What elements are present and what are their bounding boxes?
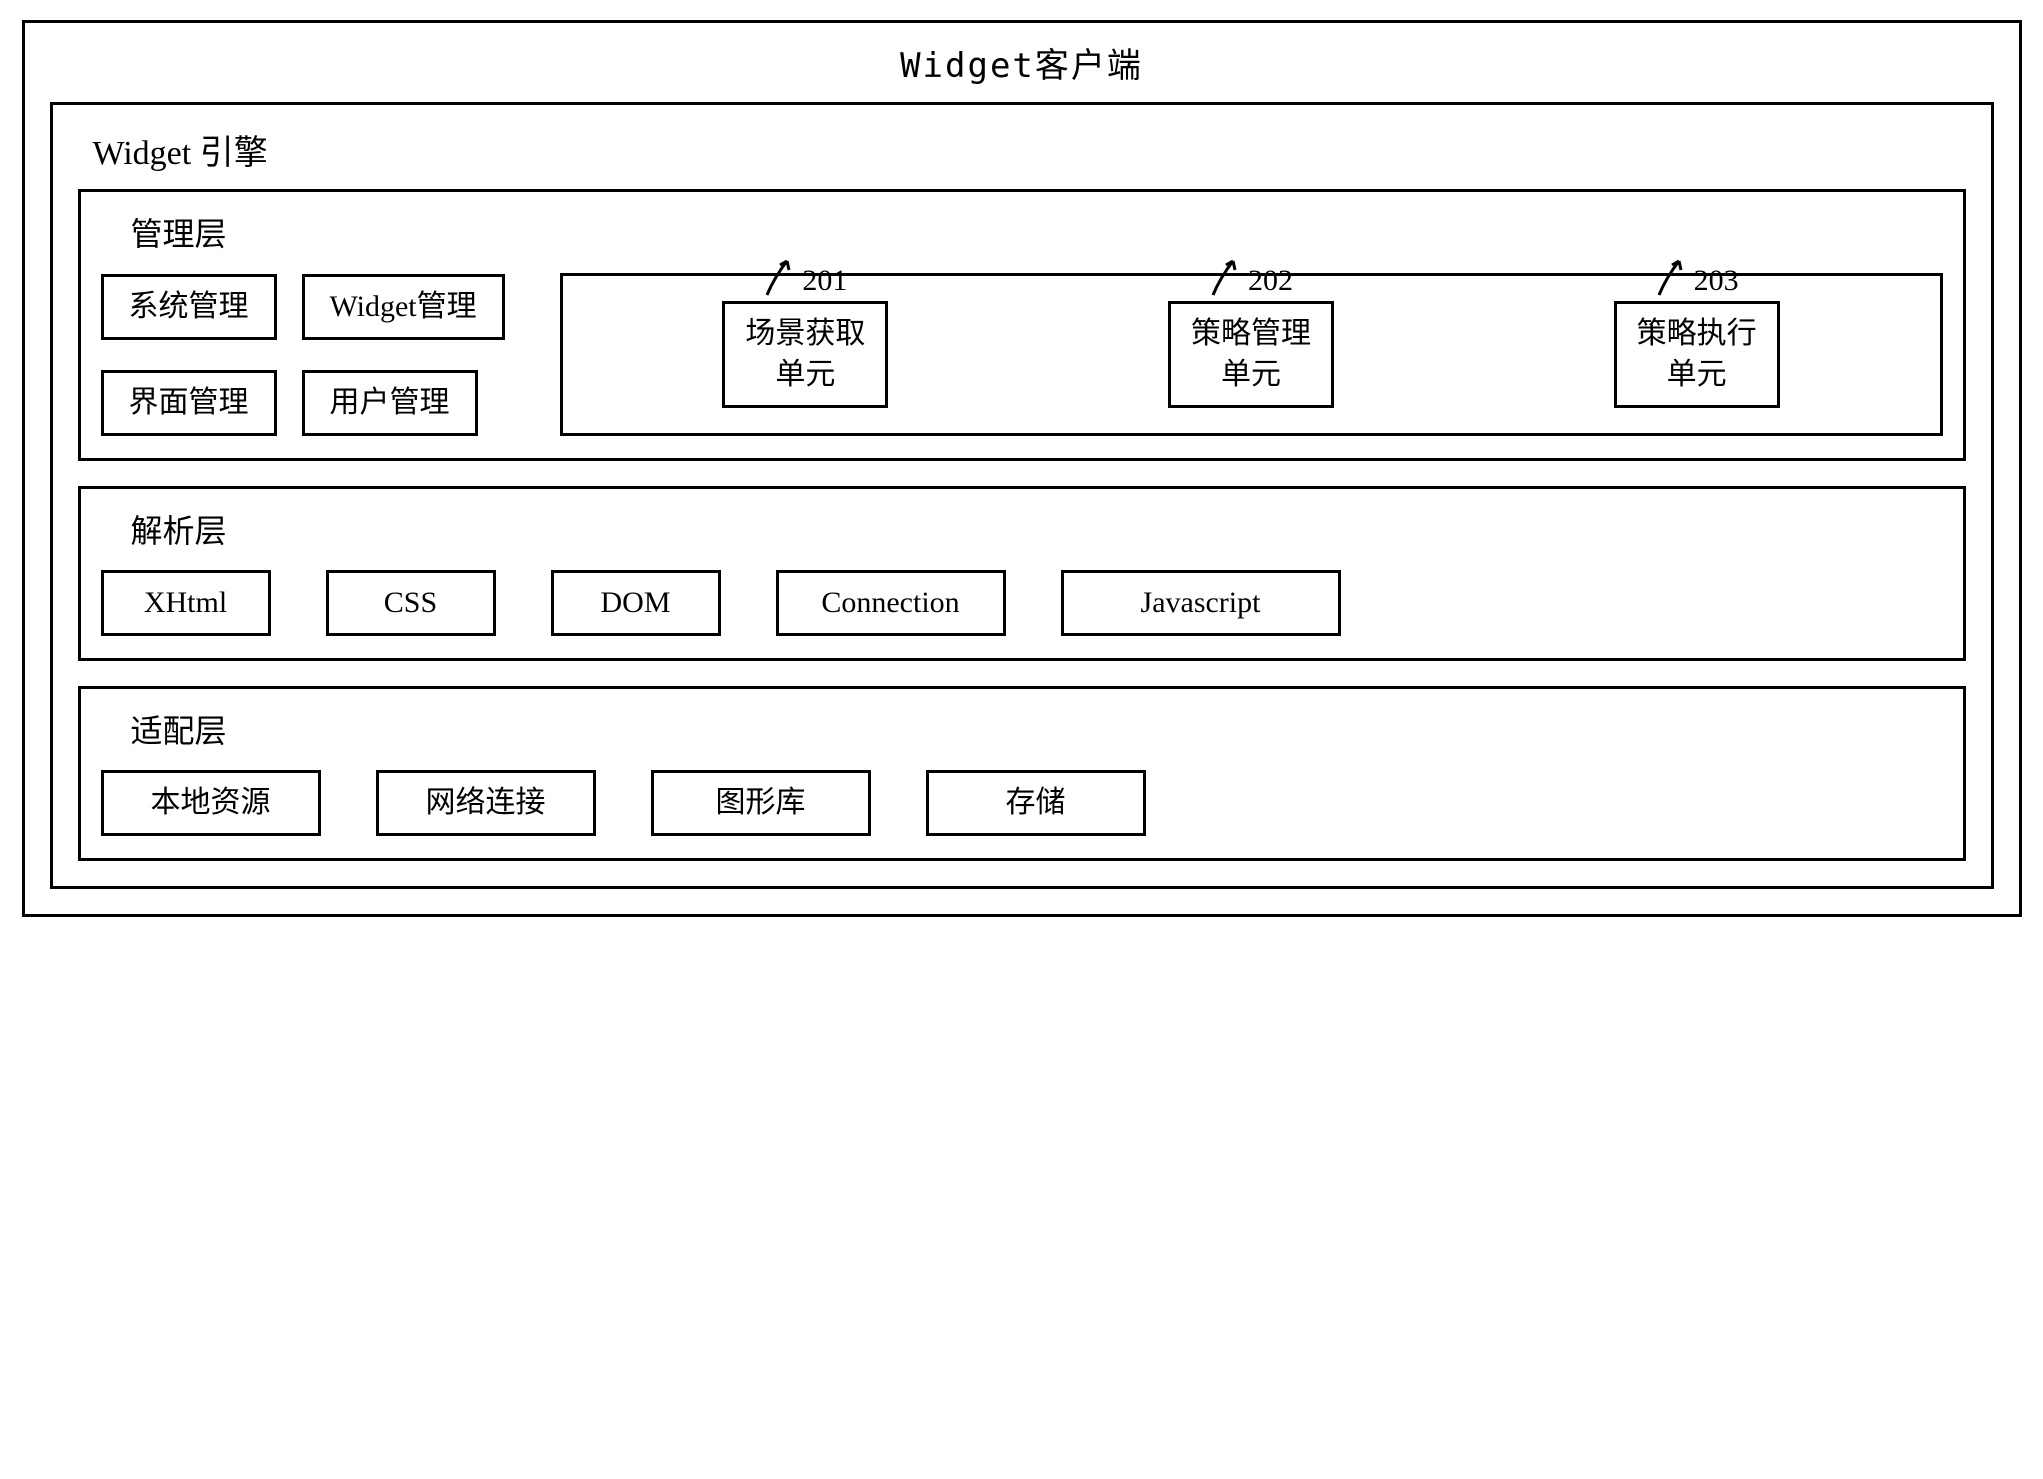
widget-management-box: Widget管理 bbox=[302, 274, 505, 340]
unit-line1: 策略执行 bbox=[1637, 314, 1757, 355]
arrow-icon bbox=[762, 253, 797, 298]
dom-box: DOM bbox=[551, 570, 721, 636]
arrow-icon bbox=[1654, 253, 1689, 298]
policy-management-unit-wrapper: 202 策略管理 单元 bbox=[1168, 301, 1334, 408]
javascript-box: Javascript bbox=[1061, 570, 1341, 636]
engine-title: Widget 引擎 bbox=[93, 125, 1966, 174]
unit-line1: 场景获取 bbox=[745, 314, 865, 355]
graphics-library-box: 图形库 bbox=[651, 770, 871, 836]
management-right-group: 201 场景获取 单元 202 bbox=[560, 273, 1943, 436]
interface-management-box: 界面管理 bbox=[101, 370, 277, 436]
parsing-layer-title: 解析层 bbox=[131, 506, 1943, 552]
network-connection-box: 网络连接 bbox=[376, 770, 596, 836]
adaptation-layer: 适配层 本地资源 网络连接 图形库 存储 bbox=[78, 686, 1966, 861]
ref-201: 201 bbox=[762, 253, 847, 298]
policy-execution-unit: 策略执行 单元 bbox=[1614, 301, 1780, 408]
parsing-layer-content: XHtml CSS DOM Connection Javascript bbox=[101, 570, 1943, 636]
policy-execution-unit-wrapper: 203 策略执行 单元 bbox=[1614, 301, 1780, 408]
ref-203: 203 bbox=[1654, 253, 1739, 298]
local-resources-box: 本地资源 bbox=[101, 770, 321, 836]
widget-client-container: Widget客户端 Widget 引擎 管理层 系统管理 Widget管理 界面… bbox=[22, 20, 2022, 917]
management-row-2: 界面管理 用户管理 bbox=[101, 370, 505, 436]
ref-202: 202 bbox=[1208, 253, 1293, 298]
css-box: CSS bbox=[326, 570, 496, 636]
management-layer-title: 管理层 bbox=[131, 209, 1943, 255]
scene-acquisition-unit-wrapper: 201 场景获取 单元 bbox=[722, 301, 888, 408]
ref-label-202: 202 bbox=[1248, 264, 1293, 298]
unit-line2: 单元 bbox=[1637, 355, 1757, 396]
ref-label-203: 203 bbox=[1694, 264, 1739, 298]
unit-line2: 单元 bbox=[1191, 355, 1311, 396]
system-management-box: 系统管理 bbox=[101, 274, 277, 340]
unit-line2: 单元 bbox=[745, 355, 865, 396]
client-title: Widget客户端 bbox=[50, 38, 1994, 87]
xhtml-box: XHtml bbox=[101, 570, 271, 636]
widget-engine-container: Widget 引擎 管理层 系统管理 Widget管理 界面管理 用户管理 bbox=[50, 102, 1994, 889]
management-layer-content: 系统管理 Widget管理 界面管理 用户管理 bbox=[101, 273, 1943, 436]
adaptation-layer-content: 本地资源 网络连接 图形库 存储 bbox=[101, 770, 1943, 836]
management-layer: 管理层 系统管理 Widget管理 界面管理 用户管理 bbox=[78, 189, 1966, 461]
ref-label-201: 201 bbox=[802, 264, 847, 298]
management-left-group: 系统管理 Widget管理 界面管理 用户管理 bbox=[101, 274, 505, 436]
arrow-icon bbox=[1208, 253, 1243, 298]
management-row-1: 系统管理 Widget管理 bbox=[101, 274, 505, 340]
adaptation-layer-title: 适配层 bbox=[131, 706, 1943, 752]
storage-box: 存储 bbox=[926, 770, 1146, 836]
scene-acquisition-unit: 场景获取 单元 bbox=[722, 301, 888, 408]
parsing-layer: 解析层 XHtml CSS DOM Connection Javascript bbox=[78, 486, 1966, 661]
connection-box: Connection bbox=[776, 570, 1006, 636]
policy-management-unit: 策略管理 单元 bbox=[1168, 301, 1334, 408]
user-management-box: 用户管理 bbox=[302, 370, 478, 436]
unit-line1: 策略管理 bbox=[1191, 314, 1311, 355]
